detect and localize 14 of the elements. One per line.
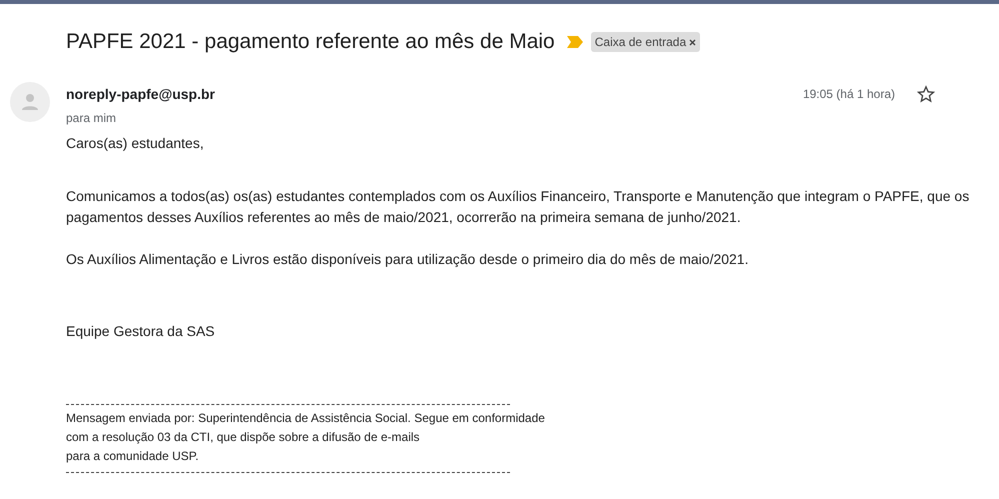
footer-line: para a comunidade USP.: [66, 448, 200, 464]
email-subject: PAPFE 2021 - pagamento referente ao mês de Maio: [66, 29, 555, 55]
body-paragraph: Os Auxílios Alimentação e Livros estão disponíveis para utilização desde o primeiro dia do mês de maio/2021.: [66, 250, 750, 269]
body-paragraph: Caros(as) estudantes,: [66, 134, 205, 153]
footer-line: com a resolução 03 da CTI, que dispõe sobre a difusão de e-mails: [66, 428, 421, 446]
avatar-icon: [10, 82, 50, 122]
importance-marker-icon[interactable]: [566, 36, 583, 48]
timestamp: 19:05 (há 1 hora): [802, 86, 895, 102]
body-paragraph: Equipe Gestora da SAS: [66, 322, 216, 341]
inbox-label[interactable]: Caixa de entrada: [590, 32, 700, 52]
recipient-text: para mim: [66, 110, 118, 126]
sender-address: noreply-papfe@usp.br: [66, 84, 216, 104]
footer-line: Mensagem enviada por: Superintendência de Assistência Social. Segue em conformidade: [66, 410, 546, 426]
body-paragraph: Comunicamos a todos(as) os(as) estudantes contemplados com os Auxílios Financeiro, Transporte e Manutenção que integram o PAPFE, que os pagamentos desses Auxílios referentes ao mês de maio/2021, ocorrerão na primeira semana de junho/2021.: [66, 186, 970, 227]
